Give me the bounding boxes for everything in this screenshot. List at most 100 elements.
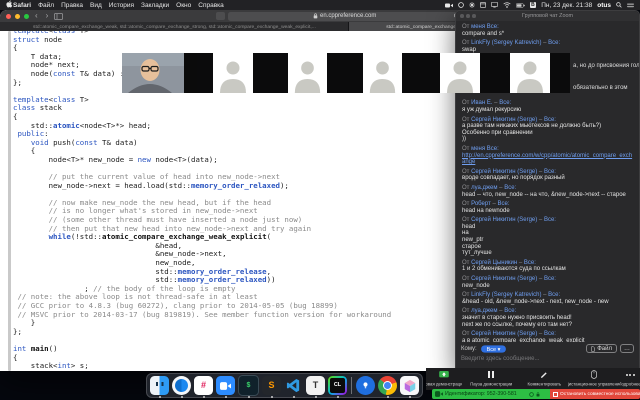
chat-message-text: значит в старое нужно присвоить head!: [462, 315, 633, 322]
chat-message: От Сергей Никитин (Serge) – Все:headнаne…: [462, 217, 633, 257]
stop-share-text: Остановить совместное использование: [560, 392, 640, 397]
video-camera-icon[interactable]: [445, 3, 453, 8]
status-disc-icon[interactable]: [458, 2, 464, 8]
share-icon: [439, 370, 449, 379]
menu-item-app[interactable]: Safari: [13, 2, 31, 9]
chat-message-link[interactable]: http://en.cppreference.com/w/cpp/atomic/…: [462, 153, 633, 166]
chat-message: От Сергей Никитин (Serge) – Все:new_node: [462, 276, 633, 289]
status-window-icon[interactable]: [480, 2, 486, 8]
recipient-label: Кому:: [461, 346, 477, 352]
menu-item-4[interactable]: История: [109, 2, 134, 9]
menu-item-6[interactable]: Окно: [176, 2, 191, 9]
dock-iterm-icon[interactable]: $: [238, 375, 259, 396]
menu-item-7[interactable]: Справка: [198, 2, 224, 9]
display-icon[interactable]: [491, 2, 498, 8]
dock-sublime-icon[interactable]: S: [262, 376, 281, 395]
file-icon: [591, 346, 595, 352]
participant-video-strip: [122, 53, 570, 93]
dock-vscode-icon[interactable]: [284, 376, 303, 395]
chat-message-text: на: [462, 230, 633, 237]
dock-finder-icon[interactable]: [150, 376, 169, 395]
wifi-icon[interactable]: [503, 2, 511, 8]
spotlight-search-icon[interactable]: [616, 2, 622, 8]
dock-zoom-icon[interactable]: [216, 376, 235, 395]
dock-cube-icon[interactable]: [400, 376, 419, 395]
chat-message: От Сергей Никитин (Serge) – Все:вроде со…: [462, 169, 633, 182]
chat-message-header: От Сергей Никитин (Serge) – Все:: [462, 276, 633, 283]
chat-message: От меня Все:http://en.cppreference.com/w…: [462, 146, 633, 166]
chat-message: От Сергей Никитин (Serge) – Все:а разве …: [462, 117, 633, 143]
menu-status-area: В Пн, 23 дек. 21:38 otus: [445, 2, 634, 9]
dock-clion-icon[interactable]: CL: [328, 376, 347, 395]
dock-textmate-icon[interactable]: T: [306, 376, 325, 395]
back-button[interactable]: ‹: [33, 12, 40, 20]
menu-item-1[interactable]: Файл: [38, 2, 54, 9]
toolbar-pause-button[interactable]: Пауза демонстрации: [462, 370, 520, 390]
menu-app-badge[interactable]: otus: [597, 2, 611, 9]
menu-bar: Safari Файл Правка Вид История Закладки Окно Сп…: [0, 0, 640, 10]
menu-items: Safari Файл Правка Вид История Закладки Окно Сп…: [13, 2, 224, 9]
stop-share-button[interactable]: Остановить совместное использование: [550, 389, 640, 399]
privacy-report-button[interactable]: [216, 12, 225, 20]
chat-more-button[interactable]: …: [620, 344, 634, 353]
recipient-dropdown[interactable]: Все ▾: [481, 345, 506, 352]
chat-message-text: new_node: [462, 283, 633, 290]
close-window-button[interactable]: [6, 14, 11, 19]
chat-titlebar[interactable]: Групповой чат Zoom: [456, 11, 639, 21]
menu-item-2[interactable]: Правка: [61, 2, 83, 9]
code-line: node<T>* new_node = new node<T>(data);: [13, 156, 391, 165]
chat-message-text: тут_лучше: [462, 250, 633, 257]
dock-slack-icon[interactable]: #: [194, 376, 213, 395]
dock-chrome-icon[interactable]: [378, 376, 397, 395]
chat-message-text: compare and s*: [462, 31, 633, 38]
zoom-share-toolbar: Новая демонстрацияПауза демонстрации Комм…: [426, 368, 640, 390]
lock-icon: [313, 13, 318, 19]
toolbar-annotate-button[interactable]: Комментировать: [520, 370, 568, 390]
chat-message-input[interactable]: Введите здесь сообщение...: [461, 356, 634, 365]
participant-camera-off-tile: [253, 53, 288, 93]
status-flower-icon[interactable]: [469, 2, 475, 8]
participant-camera-off-tile: [550, 53, 570, 93]
address-bar[interactable]: en.cppreference.com: [228, 12, 462, 21]
lock-icon: [536, 392, 540, 397]
toolbar-remote-button[interactable]: Дистанционное управление: [568, 370, 620, 390]
control-center-icon[interactable]: [627, 3, 634, 8]
participant-camera-off-tile: [480, 53, 510, 93]
chat-close-button[interactable]: [460, 14, 464, 18]
toolbar-label: Комментировать: [527, 383, 561, 387]
sidebar-toggle-icon[interactable]: [54, 13, 63, 20]
chat-message-text: 1 и 2 обмениваются суда по ссылкам: [462, 266, 633, 273]
chat-message: От LinkFly (Sergey Katrevich) – Все:&hea…: [462, 292, 633, 305]
chat-message: От Иван Е. – Все:я уж думал рекурсию: [462, 100, 633, 113]
zoom-window-button[interactable]: [24, 14, 29, 19]
menu-item-5[interactable]: Закладки: [141, 2, 169, 9]
toolbar-label: Подробнее: [620, 383, 640, 387]
toolbar-more-button[interactable]: Подробнее: [620, 370, 640, 390]
input-language-icon[interactable]: В: [530, 2, 537, 8]
apple-menu-icon[interactable]: [6, 0, 13, 10]
forward-button[interactable]: ›: [44, 12, 51, 20]
chat-message-text: head: [462, 224, 633, 231]
toolbar-share-button[interactable]: Новая демонстрация: [426, 370, 462, 390]
chat-message-header: От Сергей Никитин (Serge) – Все:: [462, 331, 633, 338]
pause-icon: [488, 370, 493, 379]
code-line: new_node->next = head.load(std::memory_o…: [13, 182, 391, 191]
webcam-video-tile: [122, 53, 197, 93]
chat-message-header: От Сергей Никитин (Serge) – Все:: [462, 217, 633, 224]
code-line: [13, 336, 391, 345]
participant-avatar-tile: [213, 53, 253, 93]
page-scrollbar[interactable]: [8, 31, 11, 371]
dock-tips-icon[interactable]: [356, 376, 375, 395]
participant-avatar-tile: [288, 53, 327, 93]
annotate-icon: [540, 370, 548, 379]
menu-item-3[interactable]: Вид: [90, 2, 102, 9]
dock-safari-icon[interactable]: [172, 376, 191, 395]
menu-clock[interactable]: Пн, 23 дек. 21:38: [541, 2, 592, 9]
share-status-bar: Идентификатор: 952-390-581 Остановить со…: [432, 389, 640, 399]
chat-message-text: next же по ссылке, почему его там нет?: [462, 322, 633, 329]
attach-file-button[interactable]: Файл: [586, 344, 617, 353]
minimize-window-button[interactable]: [15, 14, 20, 19]
chat-message-text: head на newnode: [462, 208, 633, 215]
battery-icon[interactable]: [516, 3, 525, 8]
safari-tab[interactable]: std::atomic_compare_exchange_weak, std::…: [0, 22, 349, 31]
